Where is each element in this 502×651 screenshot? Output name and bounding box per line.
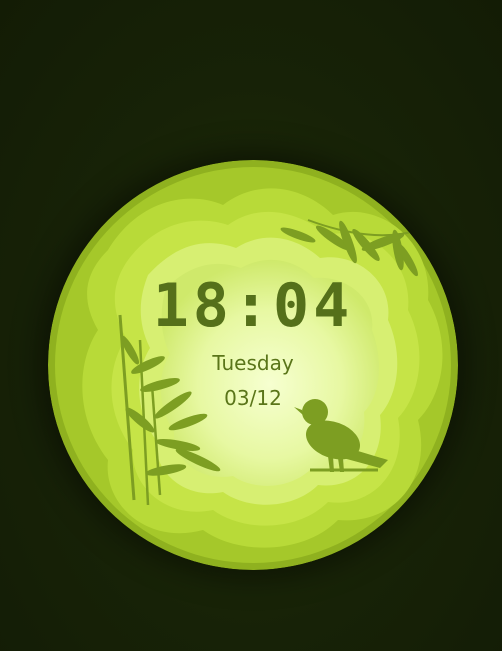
clock-day: Tuesday	[212, 351, 294, 375]
clock-time: 18:04	[152, 271, 354, 341]
watch-face[interactable]: 18:04 Tuesday 03/12	[48, 160, 458, 570]
clock-date: 03/12	[224, 386, 282, 410]
screen: 18:04 Tuesday 03/12	[0, 0, 502, 651]
